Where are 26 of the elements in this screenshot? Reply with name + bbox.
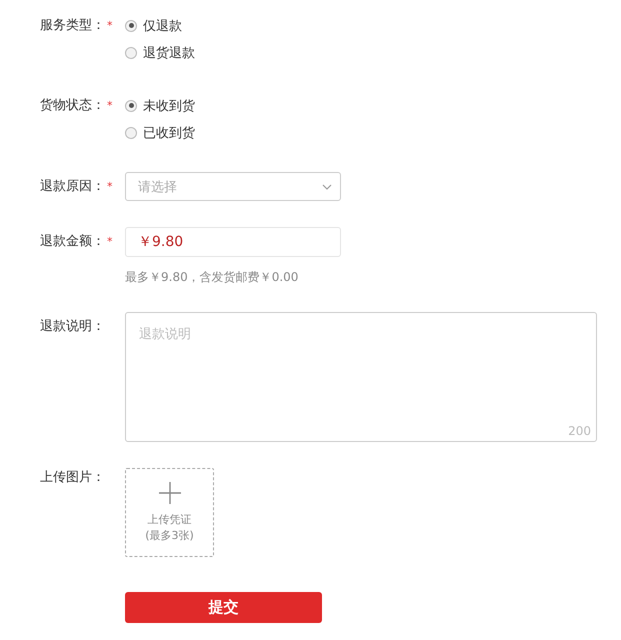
select-field[interactable]: 请选择 xyxy=(125,172,341,201)
field-label: 退款金额： xyxy=(40,233,105,251)
radio-button[interactable] xyxy=(125,20,137,32)
character-counter: 200 xyxy=(568,424,591,438)
plus-icon xyxy=(158,482,180,504)
radio-label: 未收到货 xyxy=(143,98,195,114)
amount-hint: 最多￥9.80，含发货邮费￥0.00 xyxy=(125,269,298,286)
field-label: 退款说明： xyxy=(40,318,105,336)
required-mark: * xyxy=(107,98,112,114)
field-label: 货物状态： xyxy=(40,97,105,115)
amount-field[interactable]: ￥9.80 xyxy=(125,227,341,257)
upload-button[interactable]: 上传凭证 (最多3张) xyxy=(125,468,214,557)
radio-button[interactable] xyxy=(125,126,137,138)
field-label: 上传图片： xyxy=(40,469,105,487)
required-mark: * xyxy=(107,234,112,250)
required-mark: * xyxy=(107,179,112,195)
required-mark: * xyxy=(107,18,112,34)
radio-label: 已收到货 xyxy=(143,124,195,142)
radio-label: 退货退款 xyxy=(143,44,195,62)
submit-button[interactable]: 提交 xyxy=(125,592,322,623)
radio-label: 仅退款 xyxy=(143,18,182,34)
field-label: 服务类型： xyxy=(40,17,105,35)
chevron-down-icon xyxy=(322,184,332,190)
radio-button[interactable] xyxy=(125,100,137,112)
radio-button[interactable] xyxy=(125,46,137,58)
field-label: 退款原因： xyxy=(40,178,105,196)
